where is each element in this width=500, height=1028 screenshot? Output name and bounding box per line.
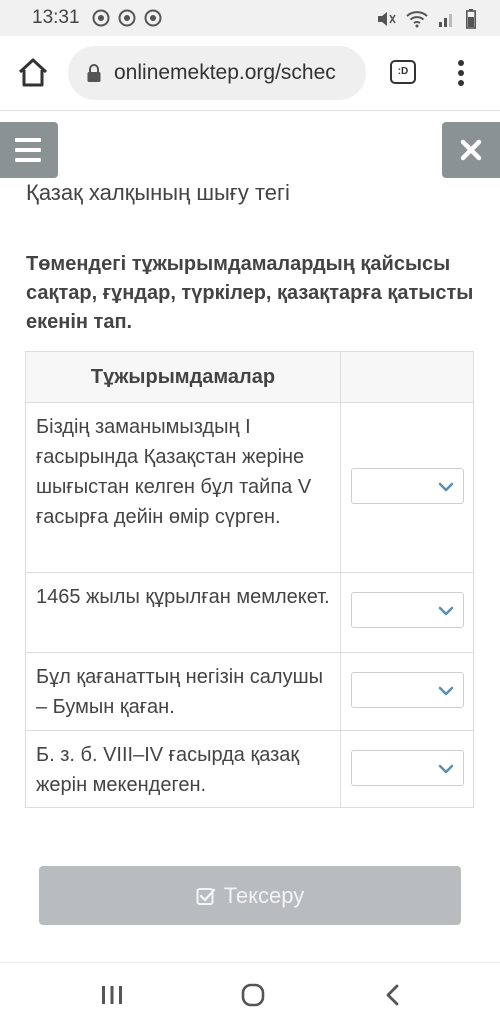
answer-select[interactable] xyxy=(351,468,464,504)
check-button-label: Тексеру xyxy=(223,882,305,908)
notification-icons xyxy=(92,9,162,27)
page-title: Қазақ халқының шығу тегі xyxy=(26,180,290,205)
chevron-down-icon xyxy=(438,686,454,696)
more-vert-icon xyxy=(458,60,464,86)
table-row: Бұл қағанаттың негізін салушы – Бумын қа… xyxy=(26,652,473,731)
answer-select[interactable] xyxy=(351,672,464,708)
lock-icon xyxy=(87,64,101,82)
battery-icon xyxy=(466,9,476,29)
system-icons xyxy=(376,9,476,29)
menu-button[interactable] xyxy=(0,122,58,178)
column-header-concepts: Тұжырымдамалар xyxy=(90,366,276,388)
chrome-notification-icon xyxy=(92,9,110,27)
more-menu-button[interactable] xyxy=(450,56,472,90)
table-row: Б. з. б. VIII–IV ғасырда қазақ жерін мек… xyxy=(26,730,473,807)
mute-icon xyxy=(378,12,396,26)
matching-table: Тұжырымдамалар Біздің заманымыздың I ғас… xyxy=(25,351,474,808)
question-text: Төмендегі тұжырымдамалардың қайсысы сақт… xyxy=(26,253,474,333)
checkbox-icon xyxy=(196,887,215,905)
table-header: Тұжырымдамалар xyxy=(26,352,473,403)
check-button[interactable]: Тексеру xyxy=(39,866,461,925)
signal-icon xyxy=(439,14,452,27)
close-icon xyxy=(460,139,482,161)
status-bar: 13:31 xyxy=(0,0,500,36)
system-nav-bar xyxy=(0,962,500,1028)
url-text: onlinemektep.org/schec xyxy=(114,61,336,84)
hamburger-icon xyxy=(15,138,41,162)
answer-select[interactable] xyxy=(351,592,464,628)
chevron-down-icon xyxy=(438,764,454,774)
table-row: 1465 жылы құрылған мемлекет. xyxy=(26,572,473,653)
nav-home-icon[interactable] xyxy=(240,982,266,1008)
browser-toolbar: onlinemektep.org/schec :D xyxy=(0,36,500,111)
back-icon[interactable] xyxy=(383,983,403,1007)
recents-icon[interactable] xyxy=(100,984,124,1006)
close-button[interactable] xyxy=(442,122,500,178)
chrome-notification-icon xyxy=(118,9,136,27)
home-icon xyxy=(18,58,48,87)
chevron-down-icon xyxy=(438,482,454,492)
table-row: Біздің заманымыздың I ғасырында Қазақста… xyxy=(26,402,473,573)
answer-select[interactable] xyxy=(351,750,464,786)
concept-text: Біздің заманымыздың I ғасырында Қазақста… xyxy=(36,416,312,528)
tab-switcher-button[interactable]: :D xyxy=(390,60,416,84)
concept-text: Бұл қағанаттың негізін салушы – Бумын қа… xyxy=(36,666,324,718)
chevron-down-icon xyxy=(438,606,454,616)
concept-text: Б. з. б. VIII–IV ғасырда қазақ жерін мек… xyxy=(36,744,300,796)
concept-text: 1465 жылы құрылған мемлекет. xyxy=(36,586,330,608)
status-time: 13:31 xyxy=(32,7,80,28)
chrome-notification-icon xyxy=(144,9,162,27)
home-button[interactable] xyxy=(16,56,50,90)
address-bar[interactable]: onlinemektep.org/schec xyxy=(68,46,366,100)
wifi-icon xyxy=(406,11,428,28)
